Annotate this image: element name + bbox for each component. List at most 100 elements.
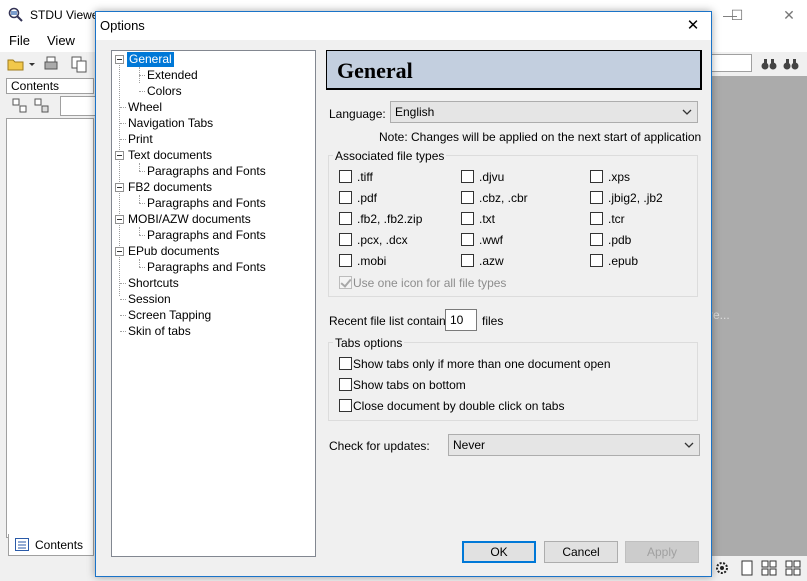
language-select[interactable]: English (390, 101, 698, 123)
label-one-icon: Use one icon for all file types (353, 276, 507, 290)
checkbox-djvu[interactable] (461, 170, 474, 183)
tree-item-shortcuts[interactable]: Shortcuts (128, 276, 179, 291)
checkbox-one-icon[interactable] (339, 276, 352, 289)
checkbox-pcx[interactable] (339, 233, 352, 246)
apply-button[interactable]: Apply (625, 541, 699, 563)
checkbox-close-dblclick[interactable] (339, 399, 352, 412)
page-view-icon[interactable] (739, 560, 755, 576)
tree-item-general[interactable]: General (127, 52, 174, 67)
label-xps: .xps (608, 170, 631, 184)
app-title: STDU Viewe (30, 8, 99, 22)
tree-line (139, 267, 145, 268)
label-tcr: .tcr (608, 212, 625, 226)
checkbox-txt[interactable] (461, 212, 474, 225)
tree-collapse-icon[interactable] (115, 151, 124, 160)
copy-icon[interactable] (70, 55, 88, 73)
options-dialog: Options ✕ General Extended Colors Wheel … (95, 11, 712, 577)
recent-files-input[interactable]: 10 (445, 309, 477, 331)
tree-item-mobi-paragraphs[interactable]: Paragraphs and Fonts (147, 228, 266, 243)
tree-item-wheel[interactable]: Wheel (128, 100, 162, 115)
tree-item-navigation-tabs[interactable]: Navigation Tabs (128, 116, 213, 131)
checkbox-cbz[interactable] (461, 191, 474, 204)
checkbox-jbig2[interactable] (590, 191, 603, 204)
tree-item-text-paragraphs[interactable]: Paragraphs and Fonts (147, 164, 266, 179)
chevron-down-icon[interactable] (28, 55, 36, 73)
checkbox-epub[interactable] (590, 254, 603, 267)
tree-item-colors[interactable]: Colors (147, 84, 182, 99)
maximize-icon[interactable]: ☐ (719, 4, 755, 26)
tree-item-screen-tapping[interactable]: Screen Tapping (128, 308, 211, 323)
contents-panel: Contents Contents (0, 76, 97, 581)
checkbox-pdb[interactable] (590, 233, 603, 246)
tree-line (139, 203, 145, 204)
tree-collapse-icon[interactable] (115, 183, 124, 192)
label-pcx: .pcx, .dcx (357, 233, 408, 247)
tree-item-skin-of-tabs[interactable]: Skin of tabs (128, 324, 191, 339)
options-tree[interactable]: General Extended Colors Wheel Navigation… (111, 50, 316, 557)
tab-contents[interactable]: Contents (8, 534, 94, 556)
cancel-button[interactable]: Cancel (544, 541, 618, 563)
tree-line (139, 163, 140, 171)
label-pdb: .pdb (608, 233, 632, 247)
expand-all-icon[interactable] (12, 98, 28, 114)
label-wwf: .wwf (479, 233, 503, 247)
tree-line (120, 299, 126, 300)
tree-line (120, 331, 126, 332)
find-previous-icon[interactable] (760, 55, 778, 73)
tree-item-fb2-documents[interactable]: FB2 documents (128, 180, 212, 195)
tree-line (139, 235, 145, 236)
checkbox-xps[interactable] (590, 170, 603, 183)
tree-item-print[interactable]: Print (128, 132, 153, 147)
collapse-all-icon[interactable] (34, 98, 50, 114)
checkbox-pdf[interactable] (339, 191, 352, 204)
gear-icon[interactable] (714, 560, 730, 576)
contents-tree[interactable] (6, 118, 94, 538)
app-logo-icon (8, 7, 23, 22)
tree-line (139, 171, 145, 172)
checkbox-tabs-bottom[interactable] (339, 378, 352, 391)
checkbox-azw[interactable] (461, 254, 474, 267)
checkbox-fb2[interactable] (339, 212, 352, 225)
tree-line (139, 91, 145, 92)
updates-select[interactable]: Never (448, 434, 700, 456)
checkbox-tiff[interactable] (339, 170, 352, 183)
tree-item-fb2-paragraphs[interactable]: Paragraphs and Fonts (147, 196, 266, 211)
open-folder-icon[interactable] (7, 55, 25, 73)
tree-line (139, 227, 140, 235)
restart-note: Note: Changes will be applied on the nex… (379, 130, 702, 144)
dialog-title: Options (100, 18, 145, 33)
tree-item-mobi-documents[interactable]: MOBI/AZW documents (128, 212, 251, 227)
find-next-icon[interactable] (782, 55, 800, 73)
close-icon[interactable]: ✕ (678, 15, 708, 37)
close-app-icon[interactable]: ✕ (772, 4, 806, 26)
contents-header: Contents (6, 78, 94, 94)
tree-line (120, 139, 126, 140)
print-icon[interactable] (42, 55, 60, 73)
tree-collapse-icon[interactable] (115, 215, 124, 224)
tree-line (139, 259, 140, 267)
menu-view[interactable]: View (47, 33, 75, 48)
tree-item-extended[interactable]: Extended (147, 68, 198, 83)
tree-line (120, 315, 126, 316)
checkbox-tcr[interactable] (590, 212, 603, 225)
label-pdf: .pdf (357, 191, 378, 205)
app-search-input[interactable] (706, 54, 752, 72)
menu-file[interactable]: File (9, 33, 30, 48)
tree-item-epub-paragraphs[interactable]: Paragraphs and Fonts (147, 260, 266, 275)
dialog-titlebar: Options ✕ (96, 12, 711, 40)
tree-collapse-icon[interactable] (115, 55, 124, 64)
checkbox-wwf[interactable] (461, 233, 474, 246)
tree-item-text-documents[interactable]: Text documents (128, 148, 212, 163)
checkbox-tabs-only-multiple[interactable] (339, 357, 352, 370)
tab-contents-label: Contents (35, 538, 84, 552)
tree-item-epub-documents[interactable]: EPub documents (128, 244, 219, 259)
grid-view-icon[interactable] (785, 560, 801, 576)
checkbox-mobi[interactable] (339, 254, 352, 267)
tree-line (120, 107, 126, 108)
two-page-view-icon[interactable] (761, 560, 777, 576)
tree-collapse-icon[interactable] (115, 247, 124, 256)
tree-item-session[interactable]: Session (128, 292, 171, 307)
contents-filter-input[interactable] (60, 96, 96, 116)
page-title-banner: General (326, 50, 702, 90)
ok-button[interactable]: OK (462, 541, 536, 563)
